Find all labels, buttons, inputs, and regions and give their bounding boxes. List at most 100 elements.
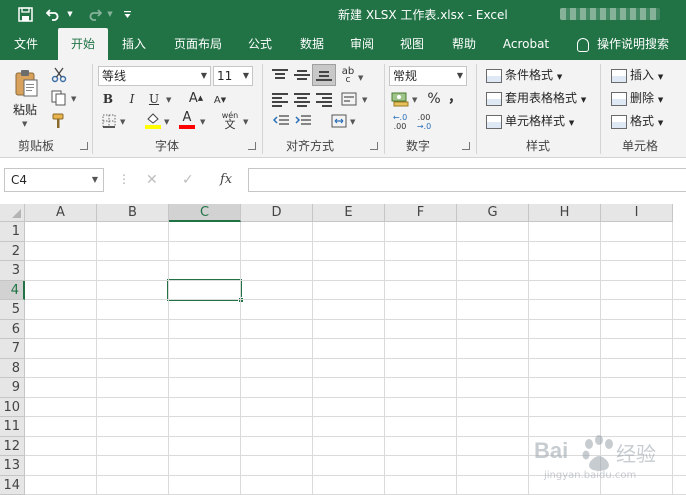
font-size-select[interactable]: 11 ▼ (213, 66, 253, 86)
font-launcher-icon[interactable] (248, 142, 256, 150)
phonetic-guide-icon[interactable]: wén 文 (220, 110, 240, 130)
tab-home[interactable]: 开始 (58, 28, 108, 60)
tab-acrobat[interactable]: Acrobat (494, 28, 558, 60)
select-all-button[interactable] (0, 204, 25, 222)
tab-page-layout[interactable]: 页面布局 (164, 28, 232, 60)
increase-indent-icon[interactable] (294, 112, 312, 130)
format-painter-icon[interactable] (50, 112, 68, 130)
wrap-text-dropdown-icon[interactable]: ▼ (362, 96, 367, 104)
name-box-splitter-icon[interactable]: ⋮ (118, 172, 130, 186)
fill-color-dropdown-icon[interactable]: ▼ (164, 118, 169, 126)
row-header-13[interactable]: 13 (0, 456, 25, 476)
format-as-table-button[interactable]: 套用表格格式 ▼ (486, 88, 586, 108)
account-name-blurred[interactable] (560, 8, 660, 20)
cut-icon[interactable] (50, 66, 68, 84)
column-header-e[interactable]: E (313, 204, 385, 222)
undo-dropdown-icon[interactable]: ▼ (64, 4, 76, 24)
copy-dropdown-icon[interactable]: ▼ (71, 95, 76, 103)
tab-formulas[interactable]: 公式 (238, 28, 282, 60)
cell-styles-button[interactable]: 单元格样式 ▼ (486, 111, 574, 131)
align-center-icon[interactable] (294, 92, 310, 107)
row-header-12[interactable]: 12 (0, 436, 25, 456)
paste-dropdown-icon[interactable]: ▼ (22, 120, 27, 128)
column-header-h[interactable]: H (529, 204, 601, 222)
bottom-align-button[interactable] (312, 64, 336, 86)
phonetic-dropdown-icon[interactable]: ▼ (243, 118, 248, 126)
delete-cells-button[interactable]: 删除 ▼ (611, 88, 663, 108)
row-header-7[interactable]: 7 (0, 339, 25, 359)
wrap-text-icon[interactable] (340, 90, 358, 108)
cancel-entry-icon[interactable]: ✕ (146, 172, 158, 188)
bold-button[interactable]: B (100, 90, 116, 108)
column-header-a[interactable]: A (25, 204, 97, 222)
merge-dropdown-icon[interactable]: ▼ (350, 118, 355, 126)
column-header-b[interactable]: B (97, 204, 169, 222)
copy-icon[interactable] (50, 89, 68, 107)
row-header-11[interactable]: 11 (0, 417, 25, 437)
active-cell[interactable] (167, 278, 242, 301)
merge-center-icon[interactable] (330, 112, 348, 130)
row-header-14[interactable]: 14 (0, 475, 25, 495)
confirm-entry-icon[interactable]: ✓ (182, 172, 194, 188)
tab-file[interactable]: 文件 (4, 28, 48, 60)
italic-button[interactable]: I (124, 90, 140, 108)
column-header-i[interactable]: I (601, 204, 673, 222)
percent-style-button[interactable]: % (426, 90, 442, 108)
row-header-2[interactable]: 2 (0, 241, 25, 261)
column-header-d[interactable]: D (241, 204, 313, 222)
middle-align-icon[interactable] (294, 68, 310, 82)
row-header-1[interactable]: 1 (0, 222, 25, 242)
font-color-dropdown-icon[interactable]: ▼ (200, 118, 205, 126)
shrink-font-button[interactable]: A ▼ (212, 91, 228, 109)
column-header-c[interactable]: C (169, 204, 241, 222)
accounting-dropdown-icon[interactable]: ▼ (412, 96, 417, 104)
tab-insert[interactable]: 插入 (112, 28, 156, 60)
row-header-5[interactable]: 5 (0, 300, 25, 320)
row-header-10[interactable]: 10 (0, 397, 25, 417)
borders-icon[interactable] (100, 112, 118, 130)
decrease-decimal-icon[interactable]: .00 →.0 (414, 112, 434, 132)
underline-dropdown-icon[interactable]: ▼ (166, 96, 171, 104)
orientation-icon[interactable]: ab c (340, 66, 356, 86)
number-format-select[interactable]: 常规 ▼ (389, 66, 467, 86)
accounting-format-icon[interactable] (390, 90, 410, 108)
number-launcher-icon[interactable] (462, 142, 470, 150)
name-box[interactable]: C4 ▼ (4, 168, 104, 192)
row-header-8[interactable]: 8 (0, 358, 25, 378)
insert-function-icon[interactable]: fx (220, 172, 232, 187)
tab-help[interactable]: 帮助 (442, 28, 486, 60)
fill-color-icon[interactable] (144, 110, 162, 130)
underline-button[interactable]: U (146, 90, 162, 108)
align-right-icon[interactable] (316, 92, 332, 107)
top-align-icon[interactable] (272, 68, 288, 82)
paste-button[interactable]: 粘贴 (13, 100, 37, 120)
tab-view[interactable]: 视图 (390, 28, 434, 60)
save-icon[interactable] (14, 4, 36, 24)
comma-style-button[interactable]: ， (448, 88, 462, 106)
tab-review[interactable]: 审阅 (340, 28, 384, 60)
row-header-9[interactable]: 9 (0, 378, 25, 398)
redo-icon[interactable] (84, 4, 104, 24)
column-header-g[interactable]: G (457, 204, 529, 222)
tab-data[interactable]: 数据 (290, 28, 334, 60)
orientation-dropdown-icon[interactable]: ▼ (358, 74, 363, 82)
fill-handle[interactable] (238, 297, 244, 303)
align-left-icon[interactable] (272, 92, 288, 107)
redo-dropdown-icon[interactable]: ▼ (104, 4, 116, 24)
paste-icon[interactable] (12, 68, 40, 100)
tell-me-search[interactable]: 操作说明搜索 (577, 28, 669, 60)
format-cells-button[interactable]: 格式 ▼ (611, 111, 663, 131)
insert-cells-button[interactable]: 插入 ▼ (611, 65, 663, 85)
decrease-indent-icon[interactable] (272, 112, 290, 130)
conditional-formatting-button[interactable]: 条件格式 ▼ (486, 65, 562, 85)
clipboard-launcher-icon[interactable] (80, 142, 88, 150)
borders-dropdown-icon[interactable]: ▼ (120, 118, 125, 126)
customize-quick-access-icon[interactable] (120, 4, 134, 24)
increase-decimal-icon[interactable]: ←.0.00 (390, 112, 410, 132)
row-header-4[interactable]: 4 (0, 280, 25, 300)
formula-input[interactable] (248, 168, 686, 192)
row-header-3[interactable]: 3 (0, 261, 25, 281)
undo-icon[interactable] (44, 4, 64, 24)
font-color-icon[interactable]: A (178, 110, 196, 130)
row-header-6[interactable]: 6 (0, 319, 25, 339)
